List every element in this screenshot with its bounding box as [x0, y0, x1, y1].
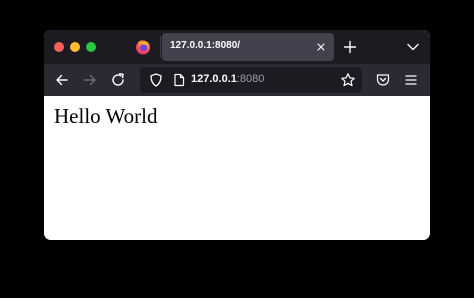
tab-title: 127.0.0.1:8080/	[170, 40, 241, 51]
tab-bar: 127.0.0.1:8080/	[44, 30, 430, 64]
page-icon[interactable]	[171, 72, 187, 88]
hamburger-menu-icon[interactable]	[403, 72, 419, 88]
tab-active[interactable]: 127.0.0.1:8080/	[162, 33, 334, 61]
url-text[interactable]: 127.0.0.1:8080	[191, 73, 264, 85]
shield-icon[interactable]	[148, 72, 164, 88]
window-minimize-button[interactable]	[70, 42, 80, 52]
plus-icon[interactable]	[342, 39, 358, 55]
close-icon[interactable]	[314, 40, 328, 54]
address-bar[interactable]: 127.0.0.1:8080	[140, 67, 362, 93]
firefox-logo-icon	[135, 39, 151, 55]
forward-arrow-icon[interactable]	[82, 72, 98, 88]
url-host: 127.0.0.1	[191, 73, 237, 85]
window-close-button[interactable]	[54, 42, 64, 52]
tab-separator	[160, 36, 161, 58]
back-arrow-icon[interactable]	[54, 72, 70, 88]
url-port: :8080	[236, 73, 265, 85]
reload-icon[interactable]	[110, 72, 126, 88]
chevron-down-icon[interactable]	[406, 41, 420, 53]
browser-window: 127.0.0.1:8080/ 127.0.0.1:8080 Hello Wor…	[44, 30, 430, 240]
page-content: Hello World	[44, 96, 430, 240]
window-maximize-button[interactable]	[86, 42, 96, 52]
pocket-icon[interactable]	[375, 72, 391, 88]
star-icon[interactable]	[340, 72, 356, 88]
page-heading: Hello World	[54, 104, 158, 128]
navigation-toolbar: 127.0.0.1:8080	[44, 64, 430, 96]
